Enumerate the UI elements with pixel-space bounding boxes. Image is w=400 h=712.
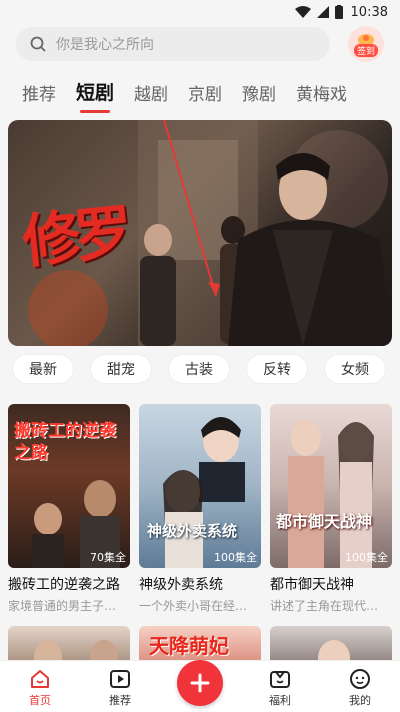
nav-home-label: 首页 <box>29 694 51 707</box>
welfare-icon <box>270 671 290 688</box>
tab-recommend[interactable]: 推荐 <box>22 80 56 105</box>
nav-recommend[interactable]: 推荐 <box>90 668 150 708</box>
banner-title: 修罗 <box>19 197 130 277</box>
sign-in-button[interactable]: 签到 <box>348 26 384 62</box>
drama-card[interactable]: 搬砖工的逆袭之路 70集全 搬砖工的逆袭之路 家境普通的男主子… <box>8 404 130 614</box>
status-time: 10:38 <box>350 4 388 20</box>
status-bar: 10:38 <box>0 0 400 24</box>
signal-icon <box>316 6 329 18</box>
chip-twist[interactable]: 反转 <box>246 354 308 384</box>
nav-home[interactable]: 首页 <box>10 668 70 708</box>
tab-yue-opera[interactable]: 越剧 <box>134 80 168 105</box>
chip-latest[interactable]: 最新 <box>12 354 74 384</box>
sign-in-label: 签到 <box>353 43 378 57</box>
bottom-navigation: 首页 推荐 福利 我的 <box>0 660 400 712</box>
drama-poster: 都市御天战神 100集全 <box>270 404 392 568</box>
poster-title: 搬砖工的逆袭之路 <box>14 421 116 463</box>
drama-poster: 搬砖工的逆袭之路 70集全 <box>8 404 130 568</box>
poster-artwork <box>288 420 374 568</box>
search-icon <box>30 36 46 52</box>
filter-chips: 最新 甜宠 古装 反转 女频 <box>12 354 386 384</box>
chip-costume[interactable]: 古装 <box>168 354 230 384</box>
drama-card[interactable]: 都市御天战神 100集全 都市御天战神 讲述了主角在现代… <box>270 404 392 614</box>
nav-recommend-label: 推荐 <box>109 694 131 707</box>
drama-title: 神级外卖系统 <box>139 577 223 593</box>
drama-poster: 神级外卖系统 100集全 <box>139 404 261 568</box>
drama-description: 一个外卖小哥在经… <box>139 599 248 613</box>
poster-title: 天降萌妃 <box>149 634 229 658</box>
tab-huangmei-opera[interactable]: 黄梅戏 <box>296 80 347 105</box>
nav-add[interactable] <box>170 660 230 708</box>
chip-sweet[interactable]: 甜宠 <box>90 354 152 384</box>
wifi-icon <box>294 6 311 18</box>
nav-welfare-label: 福利 <box>269 694 291 707</box>
chip-female[interactable]: 女频 <box>324 354 386 384</box>
drama-title: 搬砖工的逆袭之路 <box>8 577 120 593</box>
search-placeholder: 你是我心之所向 <box>56 37 154 53</box>
profile-icon <box>350 669 370 689</box>
status-icons <box>294 5 343 19</box>
episode-count: 100集全 <box>345 551 388 564</box>
featured-banner[interactable]: 修罗 <box>8 120 392 346</box>
nav-mine-label: 我的 <box>349 694 371 707</box>
plus-icon <box>190 673 210 693</box>
category-tabs: 推荐 短剧 越剧 京剧 豫剧 黄梅戏 <box>22 78 347 113</box>
search-row: 你是我心之所向 签到 <box>16 26 388 62</box>
poster-artwork <box>163 417 245 568</box>
home-icon <box>31 670 49 688</box>
nav-welfare[interactable]: 福利 <box>250 668 310 708</box>
tab-peking-opera[interactable]: 京剧 <box>188 80 222 105</box>
tab-henan-opera[interactable]: 豫剧 <box>242 80 276 105</box>
drama-grid: 搬砖工的逆袭之路 70集全 搬砖工的逆袭之路 家境普通的男主子… 神级外卖系统 … <box>8 404 392 614</box>
play-icon <box>110 670 130 688</box>
poster-title: 都市御天战神 <box>276 512 373 531</box>
poster-title: 神级外卖系统 <box>147 522 238 540</box>
tab-short-drama[interactable]: 短剧 <box>76 78 114 113</box>
drama-title: 都市御天战神 <box>270 577 354 593</box>
episode-count: 70集全 <box>90 551 126 564</box>
search-input[interactable]: 你是我心之所向 <box>16 27 330 61</box>
episode-count: 100集全 <box>214 551 257 564</box>
drama-description: 家境普通的男主子… <box>8 599 117 613</box>
drama-card[interactable]: 神级外卖系统 100集全 神级外卖系统 一个外卖小哥在经… <box>139 404 261 614</box>
nav-mine[interactable]: 我的 <box>330 668 390 708</box>
battery-icon <box>334 5 343 19</box>
drama-description: 讲述了主角在现代… <box>270 599 379 613</box>
add-button[interactable] <box>177 660 223 706</box>
